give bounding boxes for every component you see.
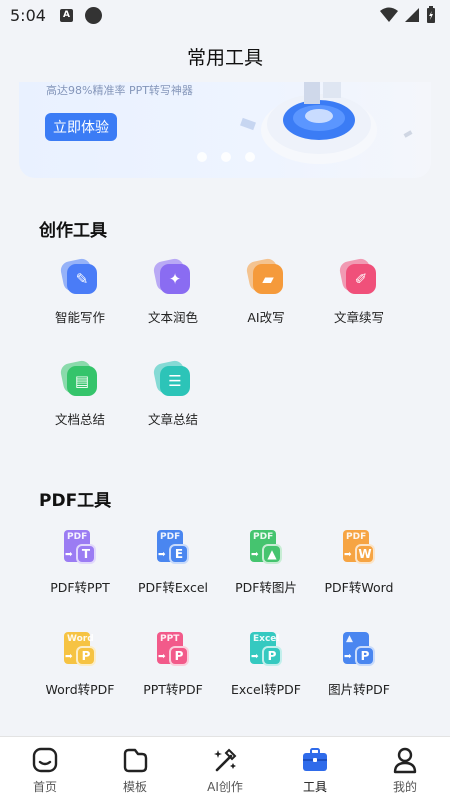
a-notification-icon: A (59, 8, 73, 22)
pdf-convert-icon: Word ➡ P (62, 632, 98, 668)
nav-ai-create[interactable]: AI创作 (180, 737, 270, 800)
magic-wand-icon: ✦ (152, 257, 191, 296)
pdf-tools-title: PDF工具 (39, 491, 112, 511)
document-icon: ▤ (59, 359, 98, 398)
pencil-icon: ✐ (338, 257, 377, 296)
bottom-navigation: 首页 模板 AI创作 工具 我的 (0, 736, 450, 800)
person-icon (393, 747, 417, 774)
edit-list-icon: ☰ (152, 359, 191, 398)
creation-tool-label: 文章续写 (333, 310, 384, 325)
pagination-dot[interactable] (245, 152, 255, 162)
pdf-tool-item[interactable]: PDF ➡ W PDF转Word (314, 530, 404, 596)
promo-banner[interactable]: 高达98%精准率 PPT转写神器 立即体验 (19, 82, 431, 178)
pdf-tool-item[interactable]: ▲ ➡ P 图片转PDF (314, 632, 404, 698)
pdf-tool-item[interactable]: PPT ➡ P PPT转PDF (128, 632, 218, 698)
pdf-tool-item[interactable]: Excel ➡ P Excel转PDF (221, 632, 311, 698)
pdf-convert-icon: ▲ ➡ P (341, 632, 377, 668)
pen-icon: ✎ (59, 257, 98, 296)
banner-pagination (197, 152, 255, 162)
nav-home-label: 首页 (32, 780, 57, 794)
pdf-tool-label: PPT转PDF (143, 682, 203, 697)
pdf-convert-icon: PDF ➡ T (62, 530, 98, 566)
eraser-icon: ▰ (245, 257, 284, 296)
creation-tool-item[interactable]: ☰ 文章总结 (128, 359, 218, 428)
ai-wand-icon (214, 748, 237, 772)
nav-tools-label: 工具 (302, 780, 327, 794)
banner-subtitle: 高达98%精准率 PPT转写神器 (46, 84, 193, 97)
status-time: 5:04 (10, 5, 46, 25)
pagination-dot-active[interactable] (221, 152, 231, 162)
nav-ai-create-label: AI创作 (207, 780, 243, 794)
pdf-convert-icon: PPT ➡ P (155, 632, 191, 668)
nav-mine[interactable]: 我的 (360, 737, 450, 800)
page-title: 常用工具 (186, 46, 263, 69)
nav-templates[interactable]: 模板 (90, 737, 180, 800)
pagination-dot[interactable] (197, 152, 207, 162)
folder-icon (123, 748, 148, 773)
home-icon (32, 747, 58, 773)
nav-home[interactable]: 首页 (0, 737, 90, 800)
pdf-tool-item[interactable]: PDF ➡ E PDF转Excel (128, 530, 218, 596)
pdf-convert-icon: PDF ➡ ▲ (248, 530, 284, 566)
nav-templates-label: 模板 (122, 780, 147, 794)
creation-tool-item[interactable]: ✐ 文章续写 (314, 257, 404, 326)
creation-tools-title: 创作工具 (39, 221, 107, 241)
pdf-tool-item[interactable]: PDF ➡ ▲ PDF转图片 (221, 530, 311, 596)
creation-tool-item[interactable]: ▤ 文档总结 (35, 359, 125, 428)
pdf-convert-icon: Excel ➡ P (248, 632, 284, 668)
pdf-convert-icon: PDF ➡ W (341, 530, 377, 566)
pdf-tool-item[interactable]: PDF ➡ T PDF转PPT (35, 530, 125, 596)
signal-icon (405, 8, 419, 22)
pdf-tool-label: 图片转PDF (328, 682, 390, 697)
pdf-tool-label: Word转PDF (45, 682, 115, 697)
pdf-tool-label: PDF转Word (324, 580, 394, 595)
nav-mine-label: 我的 (392, 780, 417, 794)
pdf-tool-label: PDF转图片 (235, 580, 297, 595)
battery-icon (427, 6, 435, 23)
status-bar: 5:04 A (0, 0, 450, 30)
pdf-tool-label: Excel转PDF (231, 682, 301, 697)
toolbox-icon (303, 748, 327, 771)
creation-tool-item[interactable]: ▰ AI改写 (221, 257, 311, 326)
pdf-tool-label: PDF转Excel (138, 580, 208, 595)
try-now-button[interactable]: 立即体验 (45, 113, 117, 141)
creation-tool-item[interactable]: ✦ 文本润色 (128, 257, 218, 326)
pdf-tool-label: PDF转PPT (50, 580, 110, 595)
pdf-tool-item[interactable]: Word ➡ P Word转PDF (35, 632, 125, 698)
circle-notification-icon (84, 6, 102, 24)
creation-tool-item[interactable]: ✎ 智能写作 (35, 257, 125, 326)
wifi-icon (380, 7, 398, 22)
banner-illustration-icon (240, 82, 413, 164)
creation-tool-label: 文章总结 (147, 412, 198, 427)
nav-tools[interactable]: 工具 (270, 737, 360, 800)
creation-tool-label: 智能写作 (54, 310, 105, 325)
creation-tool-label: AI改写 (247, 310, 285, 325)
pdf-convert-icon: PDF ➡ E (155, 530, 191, 566)
creation-tool-label: 文档总结 (54, 412, 105, 427)
creation-tool-label: 文本润色 (147, 310, 198, 325)
